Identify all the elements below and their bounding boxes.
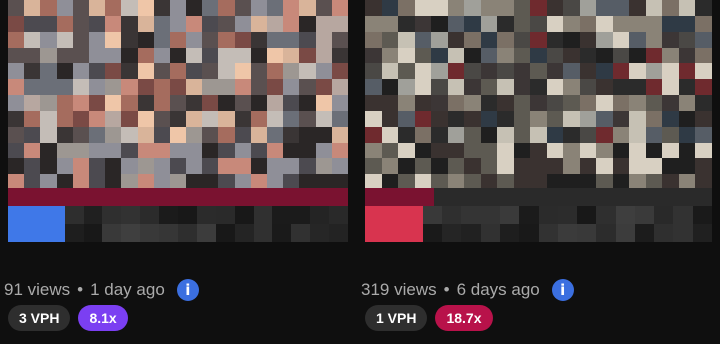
video-stats: 91 views • 1 day ago i	[4, 279, 199, 301]
upload-age: 1 day ago	[90, 280, 165, 299]
view-count: 319 views	[361, 280, 437, 299]
video-stats: 319 views • 6 days ago i	[361, 279, 574, 301]
video-card[interactable]: 319 views • 6 days ago i 1 VPH 18.7x	[361, 0, 712, 344]
metric-badges: 1 VPH 18.7x	[365, 305, 493, 331]
info-icon[interactable]: i	[176, 279, 199, 301]
outlier-ratio-badge: 18.7x	[435, 305, 493, 331]
watch-progress-bar	[365, 188, 435, 206]
upload-age: 6 days ago	[456, 280, 540, 299]
view-count: 91 views	[4, 280, 71, 299]
metric-badges: 3 VPH 8.1x	[8, 305, 128, 331]
outlier-ratio-badge: 8.1x	[78, 305, 128, 331]
video-card[interactable]: 91 views • 1 day ago i 3 VPH 8.1x	[4, 0, 348, 344]
info-icon[interactable]: i	[551, 279, 574, 301]
vph-badge: 3 VPH	[8, 305, 71, 331]
video-thumbnail[interactable]	[8, 0, 348, 242]
video-thumbnail[interactable]	[365, 0, 712, 242]
separator: •	[77, 280, 84, 299]
separator: •	[443, 280, 450, 299]
watch-progress-bar	[8, 188, 348, 206]
vph-badge: 1 VPH	[365, 305, 428, 331]
